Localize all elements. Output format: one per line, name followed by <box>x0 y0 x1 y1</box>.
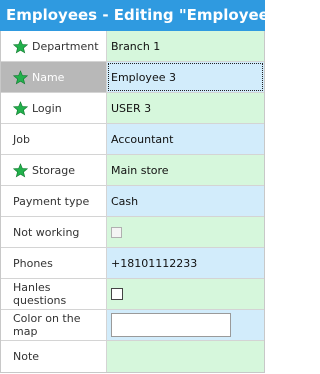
handles-questions-cell <box>107 279 264 309</box>
window-title: Employees - Editing "Employee 3" <box>0 0 265 31</box>
employee-edit-window: Employees - Editing "Employee 3" Departm… <box>0 0 265 374</box>
green-star-icon <box>13 100 28 115</box>
label-login: Login <box>1 93 107 123</box>
field-label: Job <box>13 132 30 146</box>
field-label: Department <box>32 39 99 53</box>
green-star-icon <box>13 69 28 84</box>
property-grid: Department Branch 1 Name Employee 3 Logi… <box>0 31 265 373</box>
field-label: Login <box>32 101 62 115</box>
job-value[interactable]: Accountant <box>107 124 264 154</box>
label-note: Note <box>1 341 107 372</box>
label-name: Name <box>1 62 107 92</box>
handles-questions-checkbox[interactable] <box>111 288 123 300</box>
row-color-on-map: Color on the map <box>1 310 264 341</box>
row-storage: Storage Main store <box>1 155 264 186</box>
payment-type-value[interactable]: Cash <box>107 186 264 216</box>
label-not-working: Not working <box>1 217 107 247</box>
field-label: Not working <box>13 225 80 239</box>
row-job: Job Accountant <box>1 124 264 155</box>
not-working-cell <box>107 217 264 247</box>
field-label: Storage <box>32 163 76 177</box>
field-label: Payment type <box>13 194 90 208</box>
row-note: Note <box>1 341 264 372</box>
field-label: Phones <box>13 256 53 270</box>
label-phones: Phones <box>1 248 107 278</box>
field-label: Name <box>32 70 65 84</box>
storage-value[interactable]: Main store <box>107 155 264 185</box>
not-working-checkbox[interactable] <box>111 226 122 238</box>
row-name: Name Employee 3 <box>1 62 264 93</box>
green-star-icon <box>13 162 28 177</box>
row-login: Login USER 3 <box>1 93 264 124</box>
green-star-icon <box>13 38 28 53</box>
color-on-map-cell <box>107 310 264 340</box>
color-picker-field[interactable] <box>111 313 231 337</box>
login-value[interactable]: USER 3 <box>107 93 264 123</box>
label-handles-questions: Hanles questions <box>1 279 107 309</box>
note-value[interactable] <box>107 341 264 372</box>
field-label: Note <box>13 350 40 363</box>
name-value[interactable]: Employee 3 <box>107 62 264 92</box>
row-department: Department Branch 1 <box>1 31 264 62</box>
row-payment-type: Payment type Cash <box>1 186 264 217</box>
row-not-working: Not working <box>1 217 264 248</box>
label-payment-type: Payment type <box>1 186 107 216</box>
row-phones: Phones +18101112233 <box>1 248 264 279</box>
row-handles-questions: Hanles questions <box>1 279 264 310</box>
label-storage: Storage <box>1 155 107 185</box>
label-color-on-map: Color on the map <box>1 310 107 340</box>
field-label: Color on the map <box>13 312 81 338</box>
phones-value[interactable]: +18101112233 <box>107 248 264 278</box>
field-label: Hanles questions <box>13 281 67 307</box>
department-value[interactable]: Branch 1 <box>107 31 264 61</box>
label-department: Department <box>1 31 107 61</box>
label-job: Job <box>1 124 107 154</box>
